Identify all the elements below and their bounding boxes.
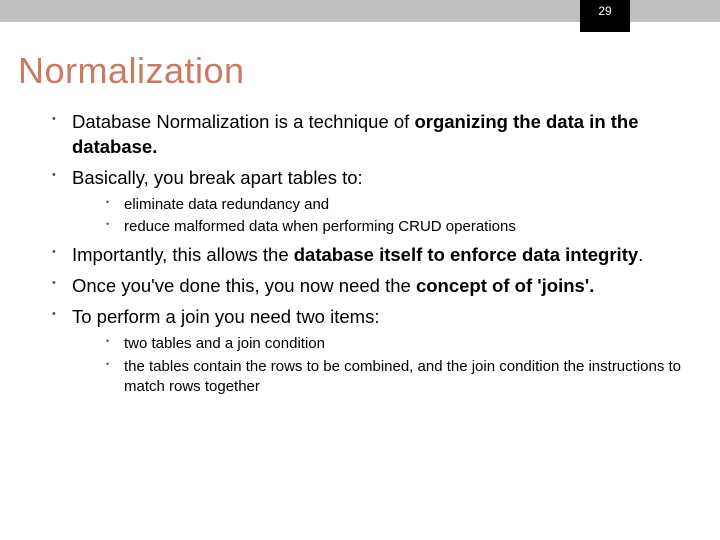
bullet-3-text-b: database itself to enforce data integrit… [294,244,638,265]
bullet-2-sub-1: eliminate data redundancy and [106,195,696,215]
bullet-1: Database Normalization is a technique of… [52,110,696,160]
bullet-5-sub-1: two tables and a join condition [106,334,696,354]
bullet-4-text-a: Once you've done this, you now need the [72,275,416,296]
bullet-5: To perform a join you need two items: tw… [52,305,696,397]
bullet-4-text-b: concept of of 'joins'. [416,275,594,296]
page-number: 29 [580,0,630,32]
bullet-5-sub-2: the tables contain the rows to be combin… [106,357,696,398]
header-bar: 29 [0,0,720,22]
bullet-5-text: To perform a join you need two items: [72,306,379,327]
bullet-2: Basically, you break apart tables to: el… [52,166,696,237]
bullet-2-sub-2: reduce malformed data when performing CR… [106,217,696,237]
slide-title: Normalization [0,22,720,110]
bullet-4: Once you've done this, you now need the … [52,274,696,299]
bullet-1-text-a: Database Normalization is a technique of [72,111,414,132]
bullet-3-text-c: . [638,244,643,265]
slide-content: Database Normalization is a technique of… [0,110,720,397]
bullet-2-text: Basically, you break apart tables to: [72,167,363,188]
bullet-3-text-a: Importantly, this allows the [72,244,294,265]
bullet-3: Importantly, this allows the database it… [52,243,696,268]
